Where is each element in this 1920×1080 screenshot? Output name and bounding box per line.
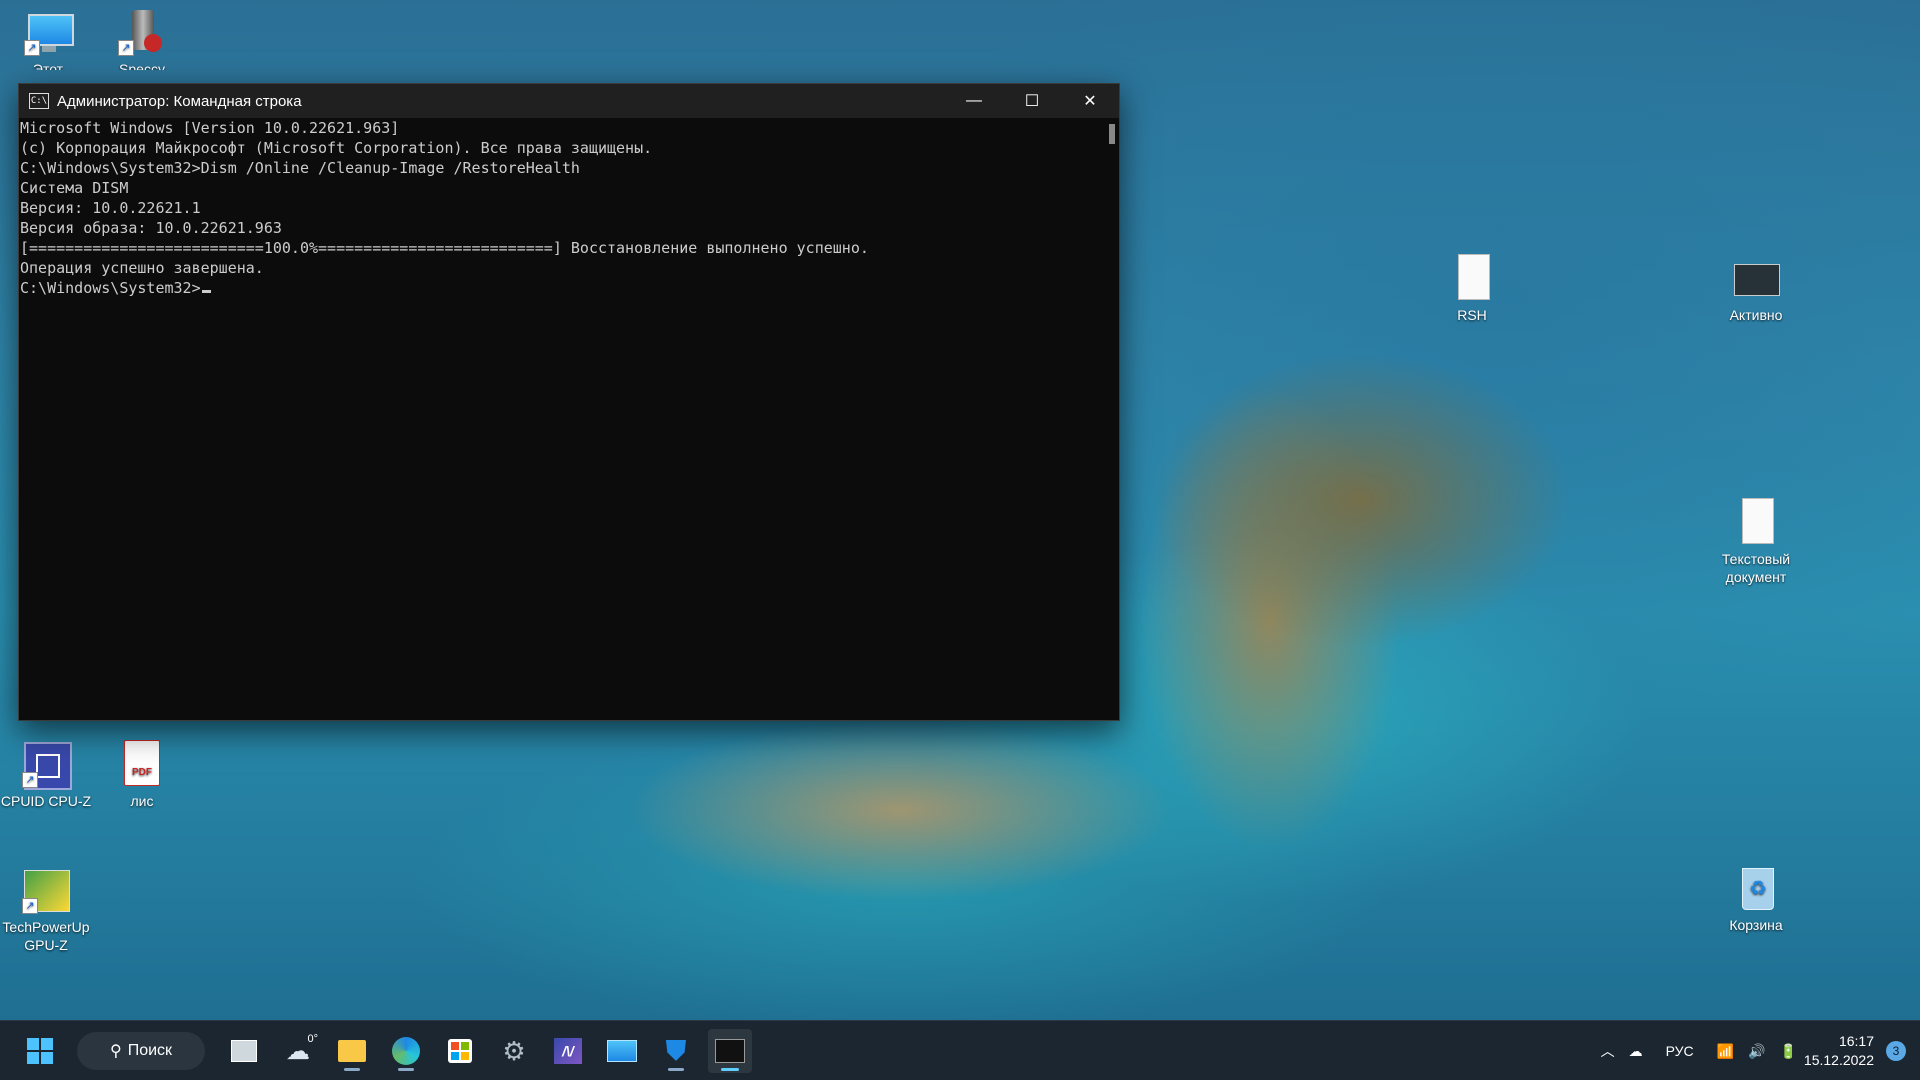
security-button[interactable]: ⛊ (654, 1029, 698, 1073)
desktop-icon-label: CPUID CPU-Z (0, 793, 92, 809)
text-file-icon (1732, 498, 1780, 546)
desktop-icon-label: RSH (1457, 307, 1487, 323)
terminal-icon (715, 1039, 745, 1063)
text-cursor (201, 290, 211, 293)
desktop-icon-label: TechPowerUp GPU-Z (2, 919, 90, 953)
prompt-text: C:\Windows\System32> (20, 279, 201, 297)
desktop-icon-this-pc[interactable]: ↗ Этот компьютер (2, 8, 94, 70)
screenshot-file-icon (1732, 254, 1780, 302)
console-line: Операция успешно завершена. (20, 259, 264, 277)
search-label: Поиск (127, 1042, 173, 1059)
console-line: (c) Корпорация Майкрософт (Microsoft Cor… (20, 139, 653, 157)
onedrive-icon[interactable]: ☁ (1629, 1043, 1643, 1060)
desktop-icon-recycle-bin[interactable]: ♻ Корзина (1710, 864, 1802, 934)
scrollbar-thumb[interactable] (1109, 124, 1115, 144)
edge-icon (392, 1037, 420, 1065)
minimize-button[interactable]: — (945, 84, 1003, 118)
desktop-icon-pdf[interactable]: PDF лис (96, 740, 188, 810)
store-icon (448, 1039, 472, 1063)
desktop-icon-label: лис (130, 793, 154, 809)
console-output[interactable]: Microsoft Windows [Version 10.0.22621.96… (19, 118, 1099, 720)
prompt-line[interactable]: C:\Windows\System32> (20, 278, 1099, 298)
desktop-icon-label: Speccy (119, 61, 165, 70)
speccy-icon: ↗ (118, 8, 166, 56)
monitor-icon: ↗ (24, 8, 74, 56)
wifi-icon[interactable]: 📶 (1717, 1043, 1734, 1060)
maximize-button[interactable]: ☐ (1003, 84, 1061, 118)
terminal-button[interactable] (708, 1029, 752, 1073)
gpu-z-icon: ↗ (22, 866, 70, 914)
close-button[interactable]: ✕ (1061, 84, 1119, 118)
windows-logo-icon (27, 1038, 53, 1064)
desktop-icon-gpu-z[interactable]: ↗ TechPowerUp GPU-Z (0, 866, 92, 954)
battery-icon[interactable]: 🔋 (1779, 1043, 1796, 1060)
window-titlebar[interactable]: C:\ Администратор: Командная строка — ☐ … (19, 84, 1119, 118)
desktop-icon-rsh[interactable]: RSH (1426, 254, 1518, 324)
security-icon: ⛊ (665, 1034, 687, 1066)
file-explorer-button[interactable] (330, 1029, 374, 1073)
cpu-z-icon: ↗ (22, 740, 72, 790)
console-line: [==========================100.0%=======… (20, 239, 869, 257)
taskbar: ⚲ Поиск ☁ 0° ⚙ /\/ ⛊ ︿ ☁ РУС 📶 🔊 🔋 16:17… (0, 1020, 1920, 1080)
system-tray: ︿ ☁ РУС 📶 🔊 🔋 16:17 15.12.2022 3 (1594, 1021, 1920, 1080)
monitor-tool-button[interactable]: /\/ (546, 1029, 590, 1073)
desktop-icon-cpu-z[interactable]: ↗ CPUID CPU-Z (0, 740, 92, 810)
notification-badge[interactable]: 3 (1886, 1041, 1906, 1061)
chevron-up-icon[interactable]: ︿ (1601, 1041, 1615, 1061)
search-button[interactable]: ⚲ Поиск (77, 1032, 205, 1070)
desktop-icon-label: Активно (1729, 307, 1783, 323)
console-line: Система DISM (20, 179, 129, 197)
console-line: C:\Windows\System32>Dism /Online /Cleanu… (20, 159, 580, 177)
console-line: Версия образа: 10.0.22621.963 (20, 219, 282, 237)
store-button[interactable] (438, 1029, 482, 1073)
console-line: Microsoft Windows [Version 10.0.22621.96… (20, 119, 400, 137)
task-view-button[interactable] (222, 1029, 266, 1073)
desktop-icon-label: Текстовый документ (1721, 551, 1791, 585)
search-icon: ⚲ (109, 1043, 122, 1060)
language-indicator[interactable]: РУС (1666, 1043, 1694, 1059)
text-file-icon (1448, 254, 1496, 302)
desktop-icon-label: Этот компьютер (32, 61, 64, 70)
clock-time: 16:17 (1838, 1033, 1874, 1049)
clock[interactable]: 16:17 15.12.2022 (1804, 1032, 1874, 1070)
monitor-tool-icon: /\/ (554, 1038, 582, 1064)
desktop-icon-speccy[interactable]: ↗ Speccy (96, 8, 188, 70)
clock-date: 15.12.2022 (1803, 1052, 1874, 1068)
task-view-icon (231, 1040, 257, 1062)
desktop-icon-label: Корзина (1729, 917, 1783, 933)
start-button[interactable] (18, 1029, 62, 1073)
volume-icon[interactable]: 🔊 (1748, 1043, 1765, 1060)
cmd-icon: C:\ (29, 93, 49, 109)
settings-icon: ⚙ (502, 1035, 526, 1066)
weather-icon: ☁ (286, 1037, 310, 1065)
edge-button[interactable] (384, 1029, 428, 1073)
window-title: Администратор: Командная строка (57, 92, 302, 110)
command-prompt-window[interactable]: C:\ Администратор: Командная строка — ☐ … (18, 83, 1120, 721)
weather-widget[interactable]: ☁ 0° (276, 1029, 320, 1073)
console-line: Версия: 10.0.22621.1 (20, 199, 201, 217)
settings-button[interactable]: ⚙ (492, 1029, 536, 1073)
recycle-bin-icon: ♻ (1732, 864, 1780, 912)
file-explorer-icon (338, 1040, 366, 1062)
desktop-icon-text-doc[interactable]: Текстовый документ (1710, 498, 1802, 586)
desktop-icon-aktivno[interactable]: Активно (1710, 254, 1802, 324)
rdp-icon (607, 1040, 637, 1062)
pdf-icon: PDF (118, 740, 166, 788)
weather-temp: 0° (307, 1033, 318, 1045)
rdp-button[interactable] (600, 1029, 644, 1073)
